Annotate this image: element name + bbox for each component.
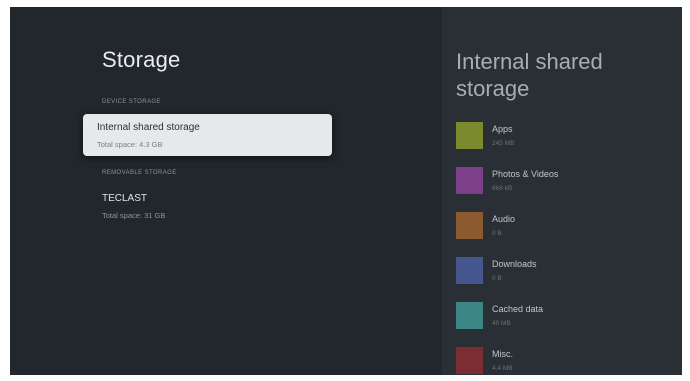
category-label: Audio [492,214,516,224]
category-apps: Apps 245 MB [456,122,676,154]
internal-storage-item[interactable]: Internal shared storage Total space: 4.3… [83,114,332,156]
misc-color-swatch [456,347,483,374]
category-label: Apps [492,124,513,134]
internal-storage-total: Total space: 4.3 GB [97,140,163,149]
category-misc: Misc. 4.4 MB [456,347,676,375]
removable-storage-header: REMOVABLE STORAGE [102,170,177,176]
category-size: 245 MB [492,140,515,147]
teclast-name: TECLAST [102,193,148,204]
category-size: 0 B [492,275,502,282]
audio-color-swatch [456,212,483,239]
apps-color-swatch [456,122,483,149]
internal-storage-name: Internal shared storage [97,122,200,133]
device-storage-header: DEVICE STORAGE [102,99,161,105]
category-cached-data: Cached data 40 MB [456,302,676,334]
category-size: 40 MB [492,320,511,327]
category-downloads: Downloads 0 B [456,257,676,289]
cached-data-color-swatch [456,302,483,329]
category-size: 0 B [492,230,502,237]
category-size: 868 kB [492,185,513,192]
tv-screen: Storage DEVICE STORAGE Internal shared s… [10,7,682,375]
downloads-color-swatch [456,257,483,284]
detail-title: Internal shared storage [456,49,603,101]
category-size: 4.4 MB [492,365,513,372]
category-label: Cached data [492,304,544,314]
category-photos-videos: Photos & Videos 868 kB [456,167,676,199]
category-label: Photos & Videos [492,169,559,179]
teclast-total: Total space: 31 GB [102,211,166,220]
category-label: Downloads [492,259,537,269]
photos-videos-color-swatch [456,167,483,194]
category-label: Misc. [492,349,513,359]
category-audio: Audio 0 B [456,212,676,244]
page-title: Storage [102,47,181,72]
